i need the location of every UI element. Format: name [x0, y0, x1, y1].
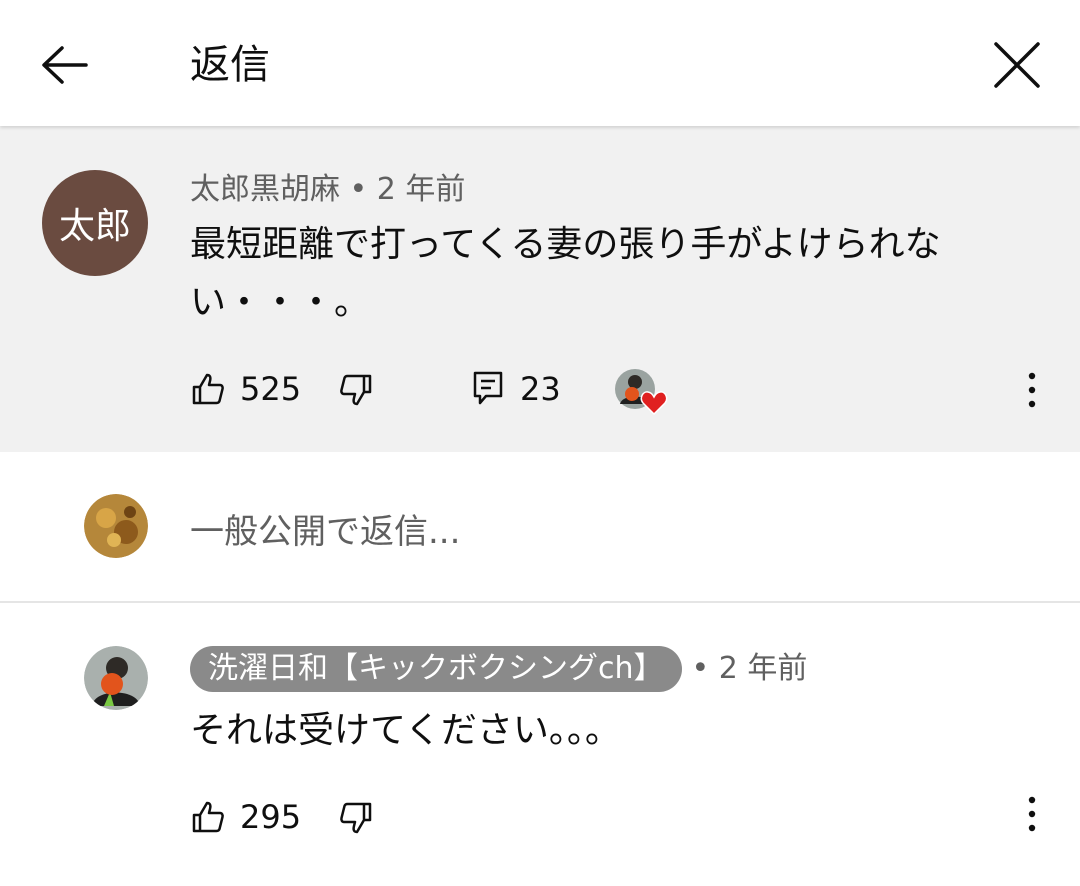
reply-input-area: [0, 452, 1080, 602]
like-count: 525: [240, 370, 302, 408]
thumbs-up-icon: [192, 373, 224, 405]
creator-heart-badge: [614, 368, 672, 420]
reply-count-button[interactable]: 23: [472, 370, 561, 408]
user-avatar: [84, 494, 148, 558]
avatar-initials: 太郎: [42, 170, 148, 276]
like-button[interactable]: 525: [190, 370, 301, 408]
comment-meta: 太郎黒胡麻 • 2 年前: [190, 170, 465, 210]
comment-text-line: 最短距離で打ってくる妻の張り手がよけられな: [190, 224, 941, 265]
close-icon[interactable]: [990, 38, 1044, 92]
comment-text-line: い・・・。: [190, 282, 371, 323]
reply-count: 23: [520, 370, 561, 408]
parent-comment: 太郎 太郎黒胡麻 • 2 年前 最短距離で打ってくる妻の張り手がよけられな い・…: [0, 126, 1080, 452]
comment-time: • 2 年前: [349, 172, 466, 207]
reply-meta: 洗濯日和【キックボクシングch】 • 2 年前: [190, 646, 807, 692]
reply-text: それは受けてください。。。: [190, 710, 621, 751]
dislike-button[interactable]: [338, 372, 374, 408]
heart-icon: [640, 391, 668, 416]
creator-badge[interactable]: 洗濯日和【キックボクシングch】: [190, 646, 682, 692]
more-vert-icon[interactable]: [1012, 794, 1052, 834]
comment-text: 最短距離で打ってくる妻の張り手がよけられな い・・・。: [190, 216, 1050, 332]
back-arrow-icon[interactable]: [38, 38, 92, 92]
thumbs-down-icon: [340, 802, 372, 834]
reply-time: • 2 年前: [691, 651, 808, 686]
comment-author[interactable]: 太郎黒胡麻: [190, 172, 340, 207]
comment-icon: [473, 371, 503, 405]
reply-dislike-button[interactable]: [338, 800, 374, 836]
reply-like-button[interactable]: 295: [190, 798, 301, 836]
thumbs-down-icon: [340, 374, 372, 406]
reply-avatar[interactable]: [84, 646, 148, 710]
divider: [0, 601, 1080, 603]
app-header: 返信: [0, 0, 1080, 126]
avatar[interactable]: 太郎: [42, 170, 148, 276]
thumbs-up-icon: [192, 801, 224, 833]
page-title: 返信: [190, 42, 270, 88]
more-vert-icon[interactable]: [1012, 370, 1052, 410]
reply-like-count: 295: [240, 798, 302, 836]
reply-input[interactable]: 一般公開で返信...: [190, 510, 460, 554]
